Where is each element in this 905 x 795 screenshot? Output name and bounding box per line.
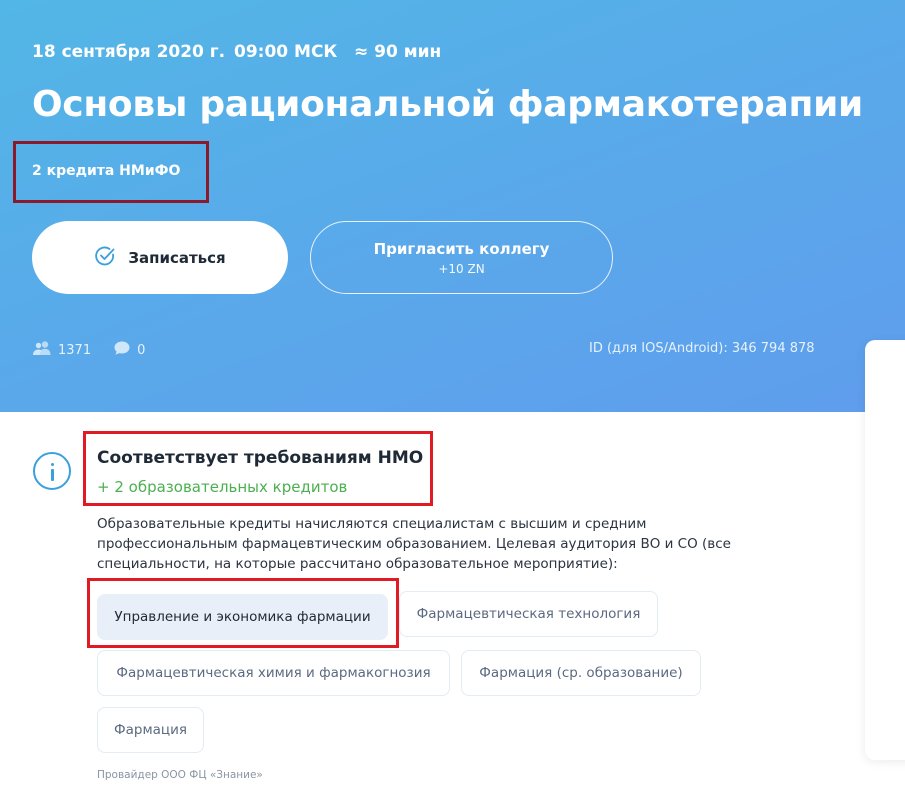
- nmo-description: Образовательные кредиты начисляются спец…: [97, 516, 731, 572]
- event-time: 09:00 МСК: [234, 42, 338, 62]
- invite-button-label: Пригласить коллегу: [373, 239, 550, 258]
- check-circle-icon: [94, 245, 116, 271]
- page-title: Основы рациональной фармакотерапии: [32, 84, 863, 125]
- event-meta: 18 сентября 2020 г. 09:00 МСК ≈ 90 мин: [32, 42, 441, 62]
- event-stats: 1371 0: [32, 340, 167, 360]
- event-duration: ≈ 90 мин: [354, 42, 442, 62]
- specialty-tag-pharma-chemistry[interactable]: Фармацевтическая химия и фармакогнозия: [97, 650, 450, 696]
- invite-colleague-button[interactable]: Пригласить коллегу +10 ZN: [310, 221, 613, 294]
- side-panel-card: [865, 340, 905, 760]
- participants-stat: 1371: [32, 340, 91, 360]
- comment-bubble-icon: [113, 340, 131, 360]
- nmo-credits-line: + 2 образовательных кредитов: [97, 478, 348, 496]
- specialty-tag-pharma-technology[interactable]: Фармацевтическая технология: [399, 591, 658, 637]
- selected-tag-highlight-box: [87, 578, 399, 648]
- invite-bonus: +10 ZN: [438, 261, 485, 276]
- app-event-id: ID (для IOS/Android): 346 794 878: [589, 341, 815, 356]
- credits-label: 2 кредита НМиФО: [32, 163, 181, 179]
- event-header: 18 сентября 2020 г. 09:00 МСК ≈ 90 мин О…: [0, 0, 905, 412]
- comments-stat[interactable]: 0: [113, 340, 145, 360]
- provider-note: Провайдер ООО ФЦ «Знание»: [97, 769, 263, 781]
- info-icon: [33, 452, 71, 490]
- comments-count: 0: [137, 342, 146, 358]
- participants-count: 1371: [58, 342, 92, 358]
- enroll-button[interactable]: Записаться: [32, 221, 288, 294]
- event-date: 18 сентября 2020 г.: [32, 42, 226, 62]
- specialty-tag-pharmacy[interactable]: Фармация: [97, 707, 204, 753]
- specialty-tag-pharmacy-secondary[interactable]: Фармация (ср. образование): [461, 650, 701, 696]
- nmo-compliance-title: Соответствует требованиям НМО: [97, 448, 424, 468]
- enroll-button-label: Записаться: [128, 248, 226, 267]
- users-icon: [32, 340, 52, 360]
